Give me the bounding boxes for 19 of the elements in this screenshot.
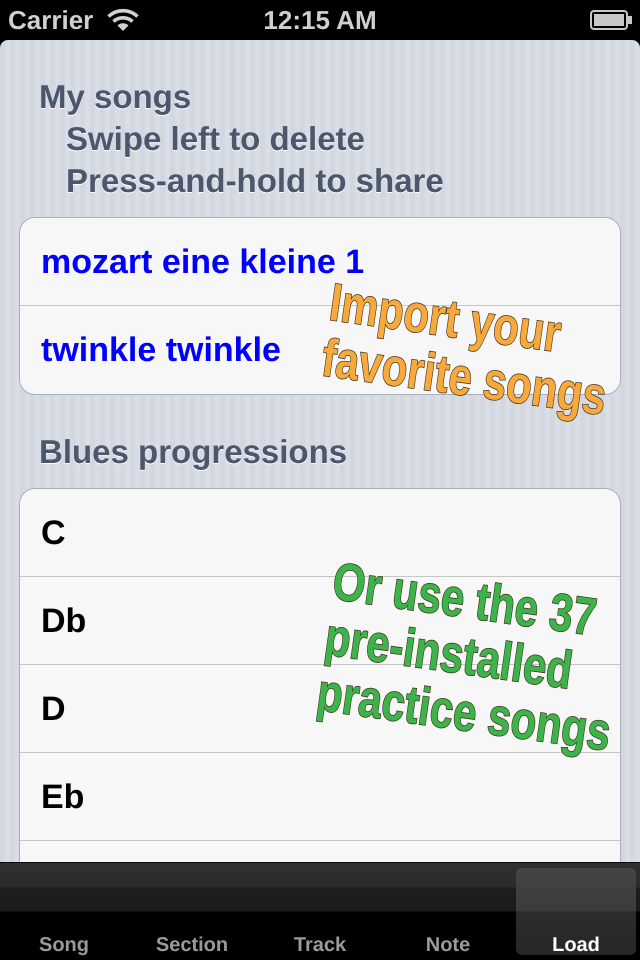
tab-button[interactable]: Load xyxy=(516,868,636,955)
tab-button[interactable]: Song xyxy=(4,868,124,955)
battery-icon xyxy=(590,10,632,30)
song-title[interactable]: twinkle twinkle xyxy=(41,330,281,370)
song-title[interactable]: Eb xyxy=(41,776,84,816)
song-title[interactable]: Db xyxy=(41,600,86,640)
song-title[interactable]: mozart eine kleine 1 xyxy=(41,242,364,282)
song-title[interactable]: C xyxy=(41,512,66,552)
tab-button[interactable]: Section xyxy=(132,868,252,955)
section-title: Blues progressions xyxy=(38,432,348,472)
tab-button[interactable]: Note xyxy=(388,868,508,955)
carrier-label: Carrier xyxy=(8,5,94,35)
section-title: My songs xyxy=(38,77,192,117)
song-title[interactable]: D xyxy=(41,688,66,728)
tab-button[interactable]: Track xyxy=(260,868,380,955)
hint-text: Press-and-hold to share xyxy=(65,161,445,201)
wifi-icon xyxy=(107,8,140,32)
hint-text: Swipe left to delete xyxy=(65,119,366,159)
clock-time: 12:15 AM xyxy=(263,5,377,35)
